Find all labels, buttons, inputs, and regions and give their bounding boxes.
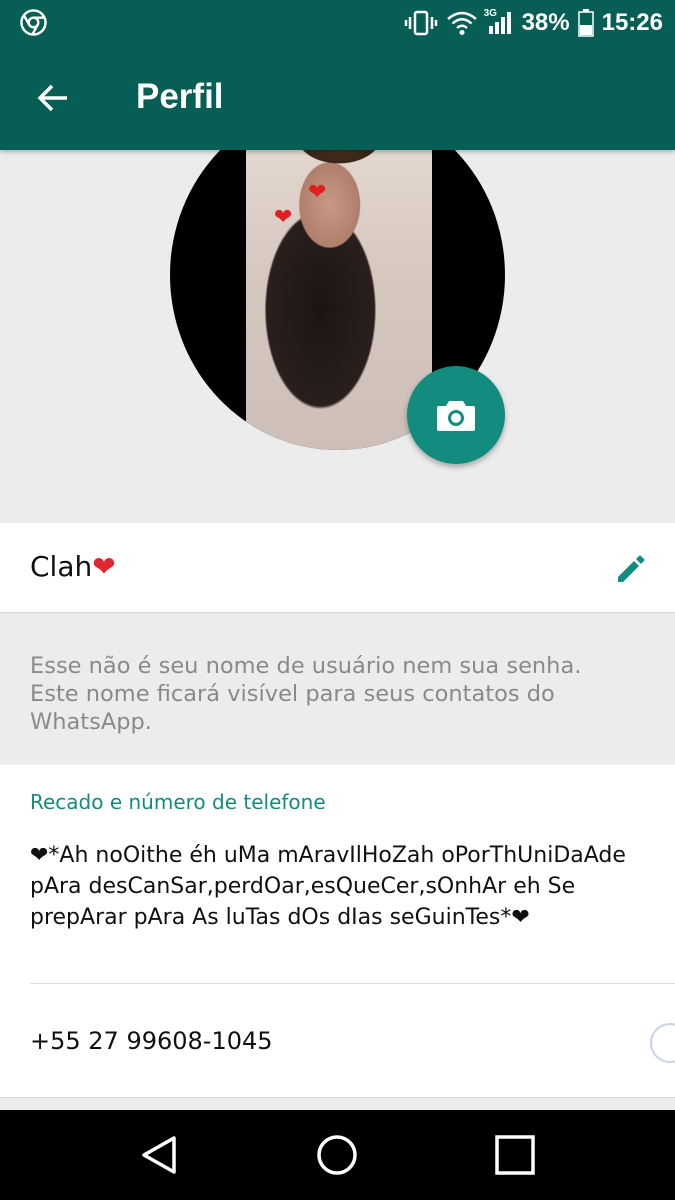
camera-icon [437, 401, 475, 431]
battery-percent: 38% [521, 8, 570, 36]
navigation-bar [0, 1110, 675, 1200]
back-arrow-icon [37, 84, 67, 112]
about-section-header: Recado e número de telefone [30, 790, 326, 814]
phone-number: +55 27 99608-1045 [30, 1027, 273, 1055]
vibrate-icon [404, 10, 437, 35]
phone-toggle[interactable] [650, 1023, 675, 1063]
profile-photo-image: ❤ ❤ [246, 150, 432, 450]
name-row[interactable]: Clah❤ [0, 523, 675, 613]
clock: 15:26 [601, 8, 663, 36]
nav-back-button[interactable] [136, 1132, 182, 1178]
nav-back-icon [142, 1136, 176, 1174]
name-hint-text: Esse não é seu nome de usuário nem sua s… [30, 653, 582, 735]
divider [30, 983, 675, 984]
pencil-icon [618, 555, 645, 582]
back-button[interactable] [30, 75, 76, 121]
status-bar: 3G 38% 15:26 [0, 0, 675, 45]
page-title: Perfil [136, 77, 224, 116]
about-status-text[interactable]: ❤*Ah noOithe éh uMa mAravIlHoZah oPorThU… [30, 840, 650, 933]
name-hint-section: Esse não é seu nome de usuário nem sua s… [0, 614, 675, 764]
nav-home-icon [317, 1135, 357, 1175]
change-photo-button[interactable] [407, 366, 505, 464]
battery-icon [577, 8, 594, 37]
chrome-icon [20, 9, 47, 36]
heart-emoji-icon: ❤ [92, 550, 116, 583]
nav-recents-icon [495, 1135, 535, 1175]
app-toolbar: Perfil [0, 45, 675, 150]
profile-name: Clah❤ [30, 550, 116, 583]
wifi-icon [446, 11, 477, 35]
nav-recents-button[interactable] [492, 1132, 538, 1178]
heart-sticker-icon: ❤ [274, 205, 293, 230]
profile-photo-area: ❤ ❤ [0, 150, 675, 522]
signal-icon: 3G [484, 8, 514, 36]
profile-name-text: Clah [30, 550, 93, 583]
edit-name-button[interactable] [608, 546, 654, 592]
about-phone-card: Recado e número de telefone ❤*Ah noOithe… [0, 765, 675, 1098]
nav-home-button[interactable] [314, 1132, 360, 1178]
heart-sticker-icon: ❤ [308, 180, 327, 205]
